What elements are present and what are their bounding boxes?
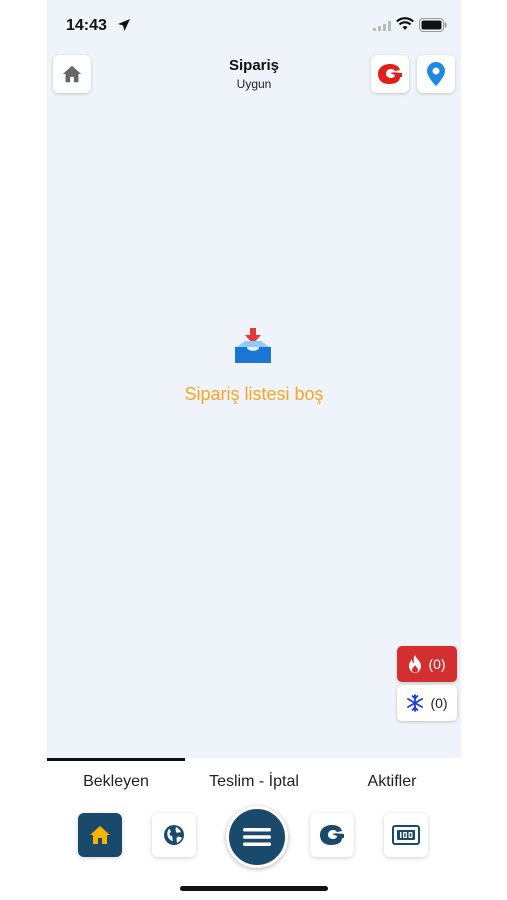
home-icon <box>90 826 110 844</box>
location-pin-icon <box>427 62 445 86</box>
empty-inbox-icon <box>235 328 271 363</box>
tab-aktifler[interactable]: Aktifler <box>323 758 461 806</box>
order-tabs: Bekleyen Teslim - İptal Aktifler <box>47 758 461 807</box>
cellular-signal-icon <box>373 21 391 31</box>
status-time: 14:43 <box>66 17 107 34</box>
snowflake-icon <box>407 694 424 712</box>
nav-home-button[interactable] <box>78 813 122 857</box>
empty-list-message: Sipariş listesi boş <box>184 384 324 404</box>
tab-teslim-iptal[interactable]: Teslim - İptal <box>185 758 323 806</box>
globe-icon <box>164 825 184 845</box>
nav-globe-button[interactable] <box>152 813 196 857</box>
location-arrow-icon <box>118 19 130 31</box>
bottom-nav <box>47 806 461 900</box>
menu-icon <box>243 828 271 846</box>
wifi-icon <box>396 17 414 30</box>
cold-orders-counter[interactable]: (0) <box>397 685 457 721</box>
battery-icon <box>419 18 447 32</box>
nav-menu-button[interactable] <box>226 806 288 868</box>
fire-icon <box>409 655 422 673</box>
hot-count: (0) <box>428 656 446 672</box>
cold-count: (0) <box>430 695 448 711</box>
location-button[interactable] <box>417 55 455 93</box>
status-bar: 14:43 <box>47 0 461 50</box>
brand-logo-icon <box>378 64 402 84</box>
nav-brand-button[interactable] <box>310 813 354 857</box>
hot-orders-counter[interactable]: (0) <box>397 646 457 682</box>
app-screen: 14:43 Sipariş Uygun Sipariş listesi boş … <box>47 0 461 900</box>
counter-display-icon <box>392 825 420 845</box>
brand-button[interactable] <box>371 55 409 93</box>
nav-counter-button[interactable] <box>384 813 428 857</box>
brand-logo-icon <box>320 825 344 845</box>
tab-bekleyen[interactable]: Bekleyen <box>47 758 185 806</box>
home-indicator <box>180 886 328 891</box>
